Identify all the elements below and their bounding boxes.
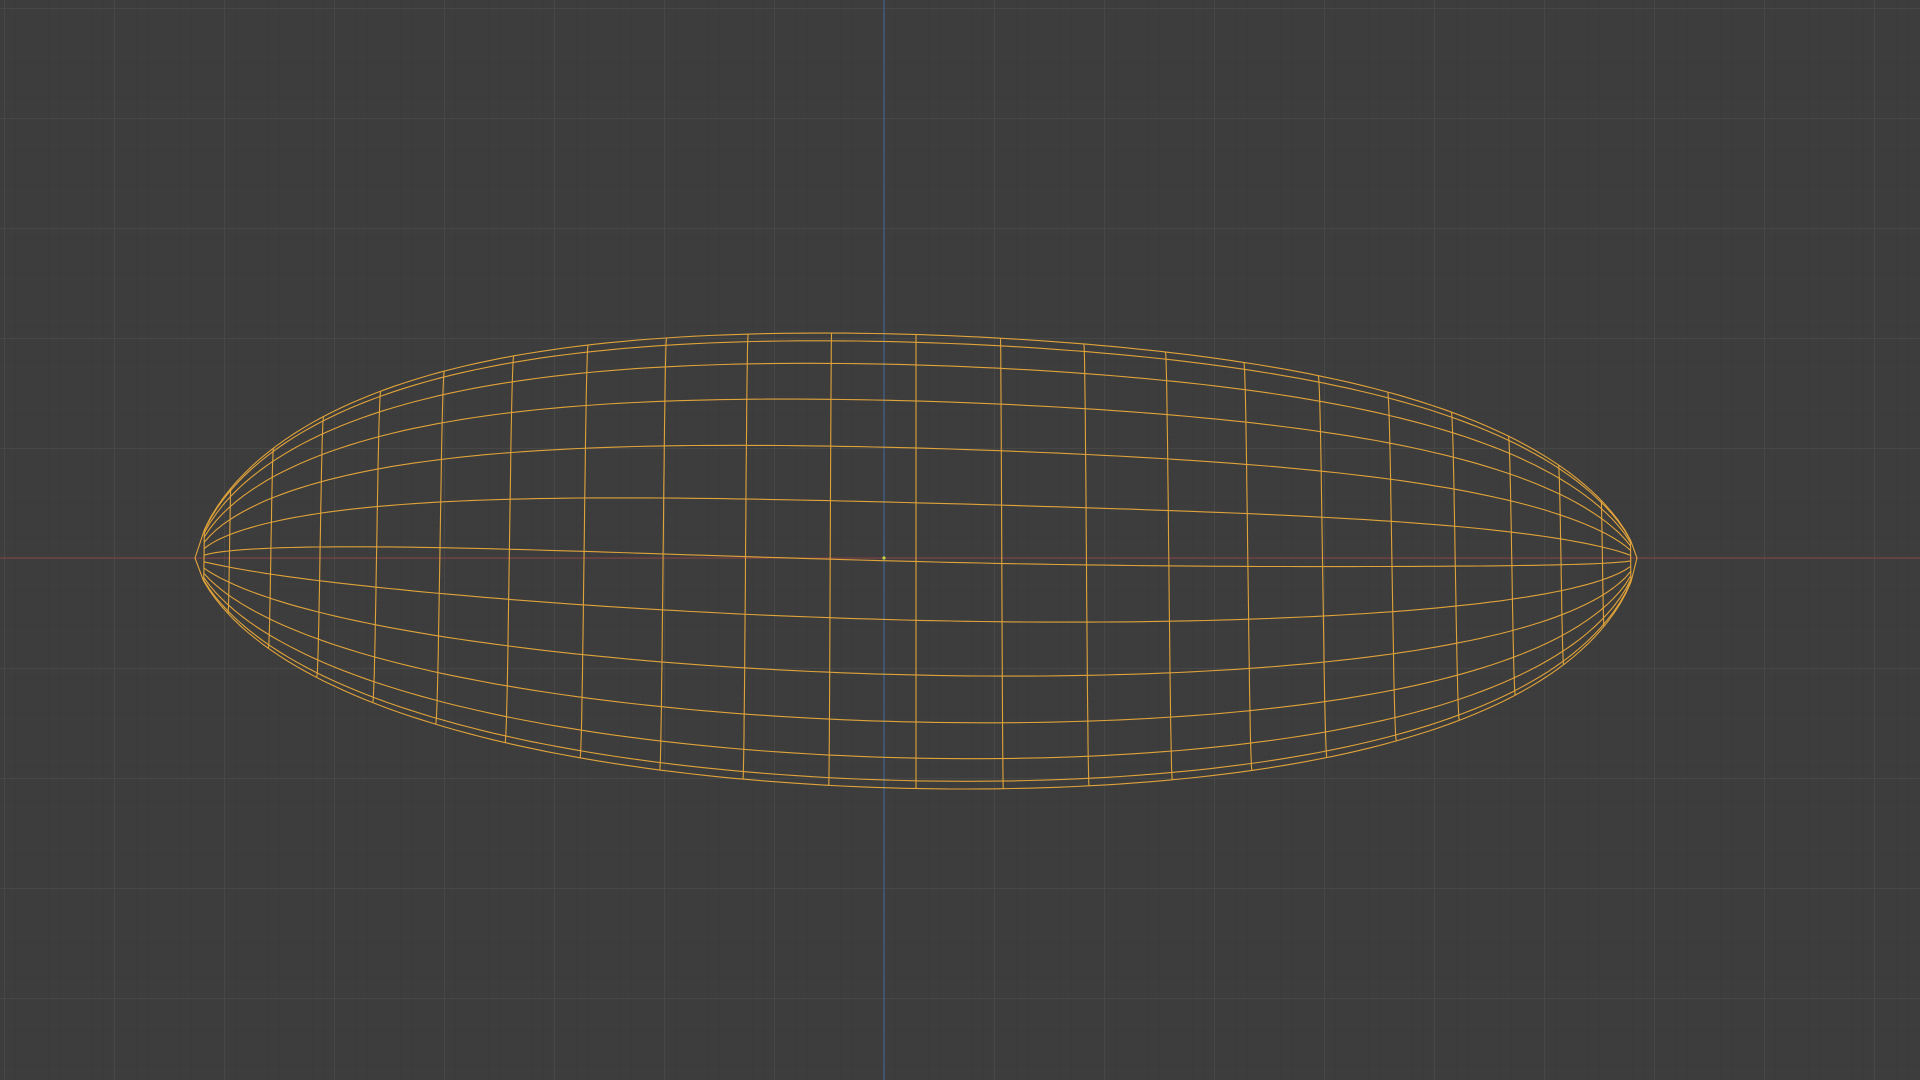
mesh-silhouette-edge [204, 332, 1631, 541]
object-origin-dot[interactable] [882, 556, 886, 560]
mesh-object-wireframe[interactable] [194, 332, 1638, 790]
mesh-right-tip-cap [1629, 539, 1638, 583]
mesh-loop-edge [203, 340, 1631, 541]
mesh-loop-edge [203, 444, 1631, 551]
viewport-scene[interactable] [0, 0, 1920, 1080]
mesh-loop-edge [203, 579, 1632, 782]
mesh-loop-edge [203, 567, 1632, 677]
mesh-loop-edge [203, 573, 1632, 724]
mesh-loop-edge [203, 362, 1631, 544]
mesh-loop-edge [203, 546, 1631, 568]
mesh-loop-edge [203, 398, 1632, 547]
mesh-left-tip-cap [194, 529, 206, 582]
mesh-loop-edge [203, 561, 1632, 623]
3d-viewport[interactable] [0, 0, 1920, 1080]
